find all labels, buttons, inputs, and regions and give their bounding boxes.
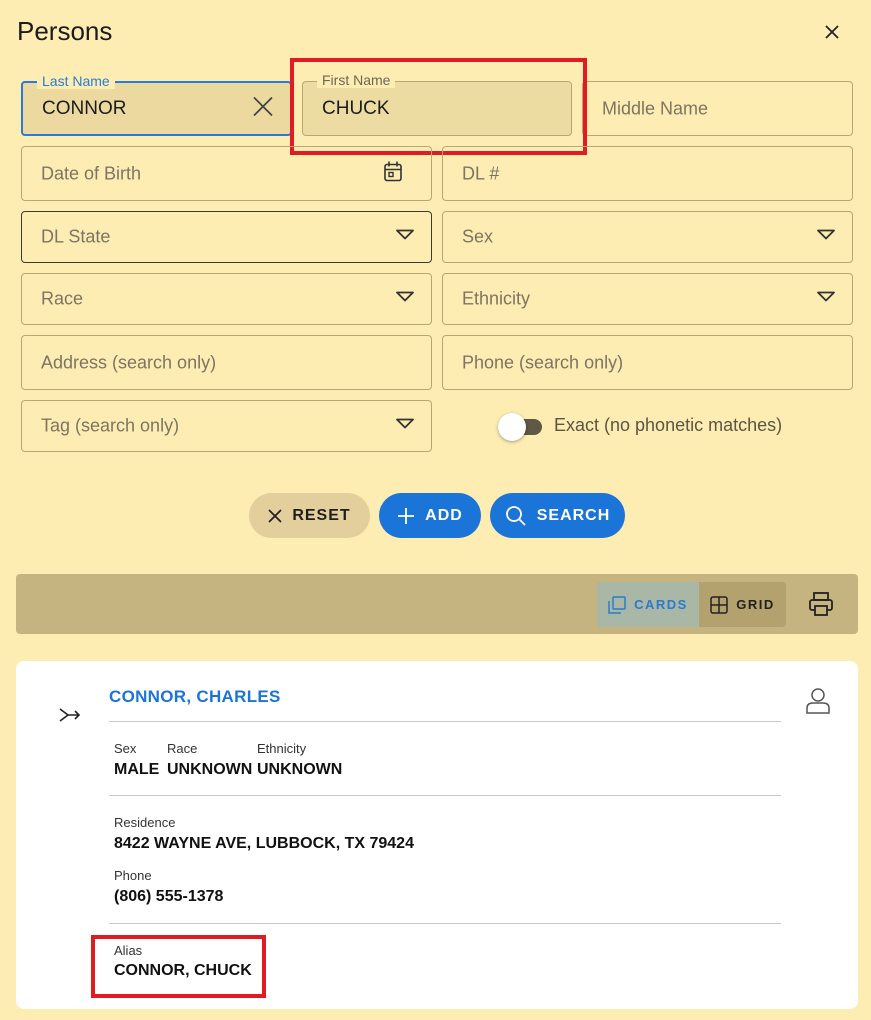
race-placeholder: Race xyxy=(41,288,84,309)
residence-value: 8422 WAYNE AVE, LUBBOCK, TX 79424 xyxy=(114,835,414,852)
close-icon[interactable] xyxy=(820,20,844,44)
phone-placeholder: Phone (search only) xyxy=(462,352,624,372)
sex-placeholder: Sex xyxy=(462,226,494,247)
phone-label: Phone xyxy=(114,868,152,883)
dl-number-placeholder: DL # xyxy=(462,163,500,183)
view-toggle: CARDS GRID xyxy=(597,582,786,627)
last-name-label: Last Name xyxy=(37,73,115,89)
calendar-icon[interactable] xyxy=(383,160,403,187)
tag-select[interactable]: Tag (search only) xyxy=(21,400,432,452)
ethnicity-select[interactable]: Ethnicity xyxy=(442,273,853,325)
print-icon[interactable] xyxy=(808,591,834,617)
sex-value: MALE xyxy=(114,761,160,778)
race-label: Race xyxy=(167,741,198,756)
close-icon xyxy=(268,508,282,523)
merge-icon[interactable] xyxy=(58,703,82,727)
dropdown-arrow-icon[interactable] xyxy=(395,417,415,436)
ethnicity-label: Ethnicity xyxy=(257,741,307,756)
toggle-knob[interactable] xyxy=(498,413,526,441)
grid-icon xyxy=(710,595,728,614)
add-label: ADD xyxy=(425,506,463,524)
person-icon[interactable] xyxy=(806,687,830,715)
first-name-highlight xyxy=(290,58,587,155)
search-icon xyxy=(505,505,526,526)
race-value: UNKNOWN xyxy=(167,761,253,778)
exact-toggle-label: Exact (no phonetic matches) xyxy=(554,415,783,435)
search-button[interactable]: SEARCH xyxy=(490,493,625,538)
dialog-title: Persons xyxy=(17,16,113,46)
dropdown-arrow-icon[interactable] xyxy=(816,290,836,309)
sex-label: Sex xyxy=(114,741,137,756)
clear-icon[interactable] xyxy=(252,95,274,122)
reset-button[interactable]: RESET xyxy=(249,493,370,538)
address-placeholder: Address (search only) xyxy=(41,352,217,372)
sex-select[interactable]: Sex xyxy=(442,211,853,263)
address-field[interactable]: Address (search only) xyxy=(21,335,432,390)
divider xyxy=(109,923,781,924)
phone-field[interactable]: Phone (search only) xyxy=(442,335,853,390)
divider xyxy=(109,721,781,722)
tag-placeholder: Tag (search only) xyxy=(41,415,180,436)
middle-name-field[interactable]: Middle Name xyxy=(582,81,853,136)
last-name-field[interactable]: Last Name CONNOR xyxy=(21,73,292,136)
ethnicity-value: UNKNOWN xyxy=(257,761,343,778)
search-label: SEARCH xyxy=(536,506,611,524)
date-of-birth-field[interactable]: Date of Birth xyxy=(21,146,432,201)
grid-label: GRID xyxy=(736,597,775,612)
cards-icon xyxy=(608,595,626,614)
date-of-birth-placeholder: Date of Birth xyxy=(41,163,142,183)
middle-name-placeholder: Middle Name xyxy=(602,98,709,118)
grid-view-button[interactable]: GRID xyxy=(699,582,786,627)
dropdown-arrow-icon[interactable] xyxy=(395,228,415,247)
last-name-value: CONNOR xyxy=(42,97,127,119)
alias-highlight xyxy=(91,935,266,998)
ethnicity-placeholder: Ethnicity xyxy=(462,288,531,309)
dropdown-arrow-icon[interactable] xyxy=(816,228,836,247)
phone-value: (806) 555-1378 xyxy=(114,888,224,905)
dl-state-placeholder: DL State xyxy=(41,226,111,247)
cards-label: CARDS xyxy=(634,597,688,612)
residence-label: Residence xyxy=(114,815,176,830)
dropdown-arrow-icon[interactable] xyxy=(395,290,415,309)
dl-number-field[interactable]: DL # xyxy=(442,146,853,201)
reset-label: RESET xyxy=(292,506,351,524)
dl-state-select[interactable]: DL State xyxy=(21,211,432,263)
divider xyxy=(109,795,781,796)
plus-icon xyxy=(398,507,415,524)
race-select[interactable]: Race xyxy=(21,273,432,325)
person-name-link[interactable]: CONNOR, CHARLES xyxy=(109,687,281,707)
cards-view-button[interactable]: CARDS xyxy=(597,582,699,627)
add-button[interactable]: ADD xyxy=(379,493,481,538)
